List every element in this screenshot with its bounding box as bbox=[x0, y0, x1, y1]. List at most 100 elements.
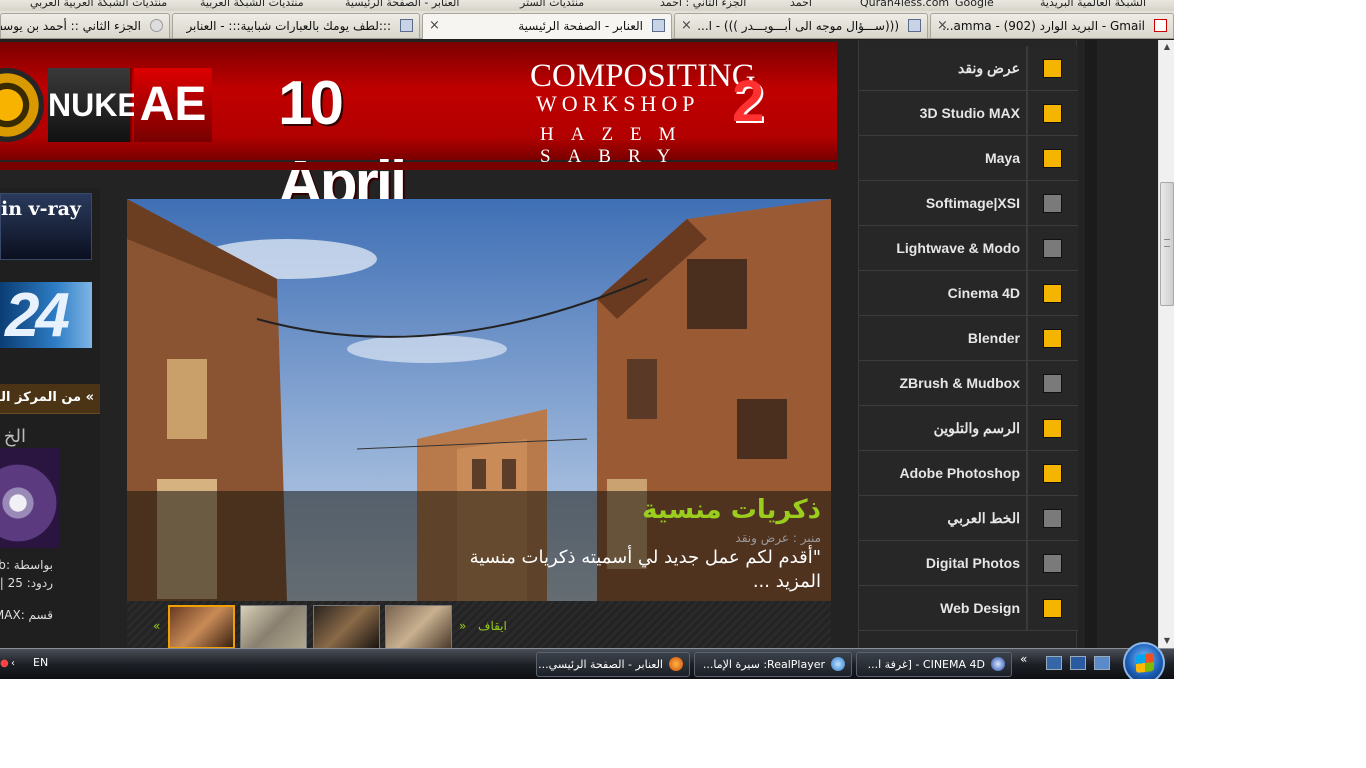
banner-divider bbox=[0, 162, 837, 170]
realplayer-icon bbox=[831, 657, 845, 671]
category-separator bbox=[1026, 46, 1028, 90]
category-label[interactable]: Digital Photos bbox=[860, 541, 1020, 585]
article-author: بواسطة :gib bbox=[0, 558, 53, 572]
category-label[interactable]: Blender bbox=[860, 316, 1020, 360]
browser-tab-bar: × Gmail - البريد الوارد amma - (902)... … bbox=[0, 11, 1174, 39]
category-label[interactable]: عرض ونقد bbox=[860, 46, 1020, 90]
category-square-icon bbox=[1043, 509, 1062, 528]
taskbar-button-firefox[interactable]: العنابر - الصفحة الرئيسي... bbox=[536, 652, 690, 677]
category-item[interactable]: الرسم والتلوين bbox=[859, 406, 1078, 451]
tab-part-two[interactable]: × الجزء الثاني :: أحمد بن يوسف ا... bbox=[0, 13, 170, 38]
category-label[interactable]: الخط العربي bbox=[860, 496, 1020, 540]
category-label[interactable]: 3D Studio MAX bbox=[860, 91, 1020, 135]
start-button[interactable] bbox=[1123, 642, 1165, 679]
scroll-down-arrow-icon[interactable]: ▼ bbox=[1159, 634, 1174, 648]
tab-title: (((ســـؤال موجه الى أبـــويـــدر ))) - ا… bbox=[697, 19, 899, 33]
close-tab-icon[interactable]: × bbox=[429, 18, 440, 33]
bookmark-item[interactable]: Google bbox=[955, 0, 994, 9]
bookmark-item[interactable]: احمد bbox=[790, 0, 812, 9]
tab-gmail[interactable]: × Gmail - البريد الوارد amma - (902)... bbox=[930, 13, 1174, 38]
category-label[interactable]: Web Design bbox=[860, 586, 1020, 630]
category-label[interactable]: Adobe Photoshop bbox=[860, 451, 1020, 495]
slide-thumbnail[interactable] bbox=[168, 605, 235, 648]
category-label[interactable]: Softimage|XSI bbox=[860, 181, 1020, 225]
category-item[interactable]: Adobe Photoshop bbox=[859, 451, 1078, 496]
bookmark-item[interactable]: العنابر - الصفحة الرئيسية bbox=[345, 0, 459, 9]
taskbar-button-realplayer[interactable]: RealPlayer: سيرة الإما... bbox=[694, 652, 852, 677]
bookmark-item[interactable]: منتديات الشبكة العربية bbox=[200, 0, 304, 9]
slider-next-arrow[interactable]: » bbox=[459, 619, 466, 633]
slider-thumbnail-strip: « » ايقاف bbox=[127, 601, 831, 648]
category-item[interactable]: عرض ونقد bbox=[859, 46, 1078, 91]
slide-thumbnail[interactable] bbox=[240, 605, 307, 648]
category-label[interactable]: Maya bbox=[860, 136, 1020, 180]
bookmark-item[interactable]: منتديات الشبكة العربية العربي bbox=[30, 0, 167, 9]
category-item[interactable]: ZBrush & Mudbox bbox=[859, 361, 1078, 406]
banner-line-workshop: WORKSHOP bbox=[536, 91, 700, 116]
taskbar-button-label: CINEMA 4D - [غرفة ا... bbox=[867, 658, 985, 671]
category-separator bbox=[1026, 586, 1028, 630]
tab-youth-phrases[interactable]: × :::لطف يومك بالعبارات شبابية::: - العن… bbox=[172, 13, 420, 38]
category-item[interactable]: Lightwave & Modo bbox=[859, 226, 1078, 271]
category-separator bbox=[1026, 181, 1028, 225]
tab-title: العنابر - الصفحة الرئيسية bbox=[518, 19, 643, 33]
category-separator bbox=[1026, 451, 1028, 495]
category-square-icon bbox=[1043, 554, 1062, 573]
vertical-scrollbar[interactable]: ▲ ▼ bbox=[1158, 40, 1174, 648]
slider-pause-button[interactable]: ايقاف bbox=[478, 619, 507, 633]
bookmark-item[interactable]: Quran4less.com bbox=[860, 0, 949, 9]
nuke-logo: NUKE bbox=[48, 68, 139, 142]
issue-24-ad[interactable]: 24 bbox=[0, 281, 92, 350]
network-icon[interactable] bbox=[1046, 656, 1062, 670]
category-square-icon bbox=[1043, 464, 1062, 483]
taskbar-button-label: RealPlayer: سيرة الإما... bbox=[702, 658, 825, 671]
category-item[interactable]: Blender bbox=[859, 316, 1078, 361]
category-item[interactable]: 3D Studio MAX bbox=[859, 91, 1078, 136]
category-item[interactable]: Softimage|XSI bbox=[859, 181, 1078, 226]
category-square-icon bbox=[1043, 284, 1062, 303]
category-label[interactable]: Lightwave & Modo bbox=[860, 226, 1020, 270]
bookmark-item[interactable]: الجزء الثاني : احمد bbox=[660, 0, 746, 9]
read-more-link[interactable]: المزيد ... bbox=[753, 571, 821, 592]
slide-title[interactable]: ذكريات منسية bbox=[642, 495, 821, 525]
taskbar-button-cinema4d[interactable]: CINEMA 4D - [غرفة ا... bbox=[856, 652, 1012, 677]
category-item[interactable]: Maya bbox=[859, 136, 1078, 181]
section-title[interactable]: » من المركز التع bbox=[0, 390, 94, 405]
bookmark-item[interactable]: منتديات الستر bbox=[520, 0, 584, 9]
section-header: » من المركز التع bbox=[0, 384, 100, 414]
slide-thumbnail[interactable] bbox=[385, 605, 452, 648]
checkmark-icon[interactable] bbox=[1070, 656, 1086, 670]
tab-question-thread[interactable]: × (((ســـؤال موجه الى أبـــويـــدر ))) -… bbox=[674, 13, 928, 38]
web-page: NUKE AE 10 April COMPOSITING WORKSHOP 2 … bbox=[0, 40, 1158, 648]
category-item[interactable]: Cinema 4D bbox=[859, 271, 1078, 316]
tab-active-homepage[interactable]: × العنابر - الصفحة الرئيسية bbox=[422, 13, 672, 39]
workshop-banner-ad[interactable]: NUKE AE 10 April COMPOSITING WORKSHOP 2 … bbox=[0, 42, 837, 218]
category-square-icon bbox=[1043, 59, 1062, 78]
category-item[interactable]: Digital Photos bbox=[859, 541, 1078, 586]
category-item[interactable]: Web Design bbox=[859, 586, 1078, 631]
category-square-icon bbox=[1043, 194, 1062, 213]
sidebar-edge bbox=[1085, 40, 1097, 648]
category-separator bbox=[1026, 496, 1028, 540]
language-indicator[interactable]: EN bbox=[33, 656, 48, 669]
category-square-icon bbox=[1043, 104, 1062, 123]
display-icon[interactable] bbox=[1094, 656, 1110, 670]
close-tab-icon[interactable]: × bbox=[681, 18, 692, 33]
category-separator bbox=[1026, 361, 1028, 405]
category-label[interactable]: الرسم والتلوين bbox=[860, 406, 1020, 450]
category-item[interactable]: الخط العربي bbox=[859, 496, 1078, 541]
article-thumbnail[interactable] bbox=[0, 448, 60, 548]
firefox-icon bbox=[669, 657, 683, 671]
tray-expand-icon[interactable]: ‹ bbox=[11, 658, 33, 669]
scroll-up-arrow-icon[interactable]: ▲ bbox=[1159, 40, 1174, 54]
tab-title: Gmail - البريد الوارد amma - (902)... bbox=[942, 19, 1145, 33]
slide-thumbnail[interactable] bbox=[313, 605, 380, 648]
scrollbar-thumb[interactable] bbox=[1160, 182, 1174, 306]
slider-prev-arrow[interactable]: « bbox=[153, 619, 160, 633]
vray-ad[interactable]: in v-ray bbox=[0, 193, 92, 260]
slide-forum-meta: منبر : عرض ونقد bbox=[735, 531, 821, 545]
quicklaunch-chevron-icon[interactable]: « bbox=[1020, 652, 1027, 666]
category-label[interactable]: ZBrush & Mudbox bbox=[860, 361, 1020, 405]
bookmark-item[interactable]: الشبكة العالمية البريدية bbox=[1040, 0, 1146, 9]
category-label[interactable]: Cinema 4D bbox=[860, 271, 1020, 315]
